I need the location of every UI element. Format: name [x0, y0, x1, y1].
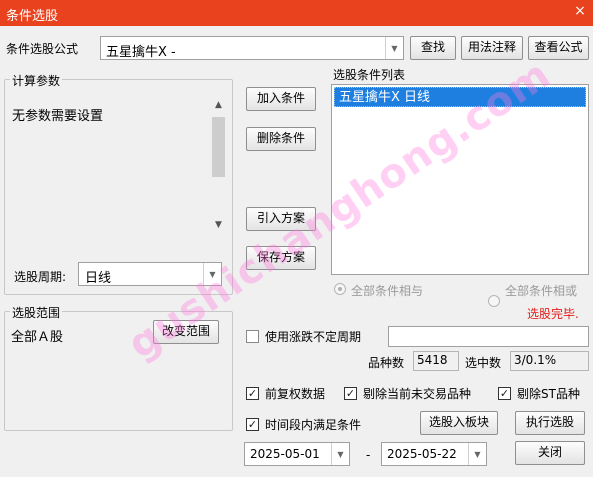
use-cycle-checkbox[interactable] [246, 330, 259, 343]
chevron-down-icon[interactable]: ▼ [203, 263, 221, 285]
selected-value: 3/0.1% [510, 351, 589, 371]
exclude-untraded-checkbox[interactable]: ✓ [344, 387, 357, 400]
title-bar: 条件选股 × [0, 0, 593, 26]
exclude-untraded-label: 剔除当前未交易品种 [363, 387, 472, 401]
condition-list-legend: 选股条件列表 [333, 68, 406, 82]
formula-selected-value: 五星擒牛X - [106, 45, 176, 60]
period-label: 选股周期: [14, 270, 67, 284]
start-date-input[interactable]: 2025-05-01 ▼ [244, 442, 350, 466]
condition-list[interactable]: 五星擒牛X 日线 [331, 84, 589, 275]
period-select[interactable]: 日线 ▼ [78, 262, 222, 286]
scroll-down-icon[interactable]: ▼ [212, 220, 225, 230]
delete-condition-button[interactable]: 删除条件 [246, 127, 316, 151]
use-cycle-label: 使用涨跌不定周期 [265, 330, 362, 344]
and-label: 全部条件相与 [351, 284, 424, 298]
count-value: 5418 [413, 351, 459, 371]
usage-note-button[interactable]: 用法注释 [461, 36, 523, 60]
end-date-input[interactable]: 2025-05-22 ▼ [381, 442, 487, 466]
params-legend: 计算参数 [10, 72, 63, 89]
period-satisfy-label: 时间段内满足条件 [265, 418, 362, 432]
params-message: 无参数需要设置 [12, 109, 104, 124]
pre-adjust-checkbox[interactable]: ✓ [246, 387, 259, 400]
exclude-st-checkbox[interactable]: ✓ [498, 387, 511, 400]
end-date-value: 2025-05-22 [387, 447, 457, 461]
or-label: 全部条件相或 [505, 284, 578, 298]
scroll-thumb[interactable] [212, 117, 225, 177]
find-button[interactable]: 查找 [410, 36, 456, 60]
cycle-input[interactable] [388, 326, 589, 347]
pre-adjust-label: 前复权数据 [265, 387, 326, 401]
start-date-value: 2025-05-01 [250, 447, 320, 461]
calendar-dropdown-icon[interactable]: ▼ [468, 443, 486, 465]
count-label: 品种数 [368, 356, 405, 370]
scroll-up-icon[interactable]: ▲ [212, 100, 225, 110]
period-satisfy-checkbox[interactable]: ✓ [246, 418, 259, 431]
execute-button[interactable]: 执行选股 [515, 411, 585, 435]
or-radio[interactable] [488, 295, 500, 307]
view-formula-button[interactable]: 查看公式 [528, 36, 589, 60]
chevron-down-icon[interactable]: ▼ [385, 37, 403, 59]
calendar-dropdown-icon[interactable]: ▼ [331, 443, 349, 465]
list-item[interactable]: 五星擒牛X 日线 [334, 87, 586, 107]
close-button[interactable]: 关闭 [515, 441, 585, 465]
scope-legend: 选股范围 [10, 304, 63, 321]
import-plan-button[interactable]: 引入方案 [246, 207, 316, 231]
exclude-st-label: 剔除ST品种 [517, 387, 580, 401]
formula-label: 条件选股公式 [6, 42, 79, 56]
change-scope-button[interactable]: 改变范围 [153, 320, 219, 344]
close-icon[interactable]: × [571, 0, 589, 22]
add-to-block-button[interactable]: 选股入板块 [420, 411, 498, 435]
date-separator: - [366, 448, 371, 462]
and-radio[interactable] [334, 283, 346, 295]
status-text: 选股完毕. [527, 307, 579, 321]
save-plan-button[interactable]: 保存方案 [246, 246, 316, 270]
add-condition-button[interactable]: 加入条件 [246, 87, 316, 111]
window-title: 条件选股 [6, 9, 59, 24]
selected-label: 选中数 [465, 356, 502, 370]
period-value: 日线 [85, 271, 112, 286]
params-scrollbar[interactable]: ▲ ▼ [210, 97, 227, 233]
formula-select[interactable]: 五星擒牛X - ▼ [100, 36, 404, 60]
scope-value: 全部Ａ股 [11, 330, 64, 345]
